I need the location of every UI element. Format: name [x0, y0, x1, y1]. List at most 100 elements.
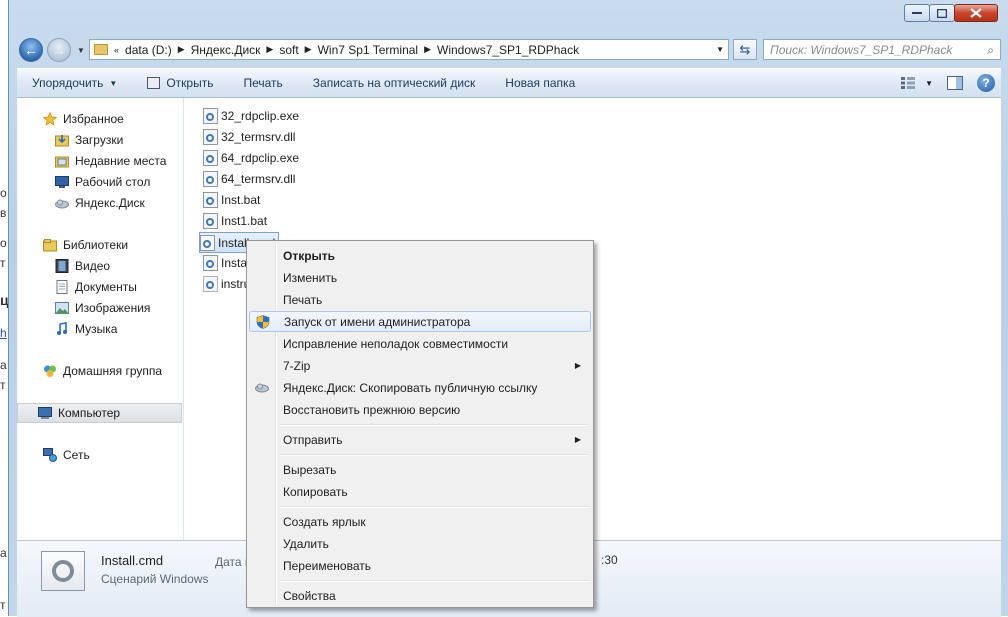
close-button[interactable] — [954, 4, 998, 22]
script-file-large-icon — [41, 551, 85, 591]
back-button[interactable]: ← — [19, 38, 43, 62]
uac-shield-icon — [256, 315, 270, 329]
menu-copy-label: Копировать — [283, 484, 348, 499]
nav-libraries-label: Библиотеки — [63, 238, 129, 252]
video-icon — [55, 259, 69, 273]
maximize-button[interactable] — [929, 4, 955, 22]
menu-create-shortcut-label: Создать ярлык — [283, 514, 366, 529]
menu-create-shortcut[interactable]: Создать ярлык — [249, 511, 591, 532]
minimize-icon — [912, 12, 922, 14]
burn-button[interactable]: Записать на оптический диск — [298, 76, 491, 90]
open-button[interactable]: Открыть — [132, 76, 228, 90]
burn-label: Записать на оптический диск — [312, 76, 476, 90]
nav-downloads[interactable]: Загрузки — [55, 130, 123, 150]
menu-troubleshoot[interactable]: Исправление неполадок совместимости — [249, 333, 591, 354]
search-placeholder: Поиск: Windows7_SP1_RDPhack — [770, 42, 953, 57]
breadcrumb-current-folder[interactable]: Windows7_SP1_RDPhack — [433, 43, 583, 57]
nav-desktop[interactable]: Рабочий стол — [55, 172, 150, 192]
details-file-type: Сценарий Windows — [101, 572, 209, 586]
dll-file-icon — [203, 170, 218, 187]
network-icon — [43, 448, 57, 462]
batch-file-icon — [203, 191, 218, 208]
view-controls: ▼ ? — [901, 74, 995, 92]
view-dropdown-icon[interactable]: ▼ — [925, 79, 933, 88]
nav-favorites[interactable]: Избранное — [43, 109, 124, 129]
menu-yandex-copy-link[interactable]: Яндекс.Диск: Скопировать публичную ссылк… — [249, 377, 591, 398]
menu-cut-label: Вырезать — [283, 462, 337, 477]
nav-video[interactable]: Видео — [55, 256, 110, 276]
nav-documents[interactable]: Документы — [55, 277, 137, 297]
computer-icon — [38, 407, 52, 419]
address-overflow[interactable]: « — [112, 45, 121, 55]
menu-open[interactable]: Открыть — [249, 245, 591, 266]
menu-delete[interactable]: Удалить — [249, 533, 591, 554]
breadcrumb-separator-icon[interactable]: ▶ — [176, 44, 187, 55]
executable-file-icon — [203, 149, 218, 166]
menu-restore-label: Восстановить прежнюю версию — [283, 402, 461, 417]
minimize-button[interactable] — [904, 4, 930, 22]
menu-7zip[interactable]: 7-Zip ▶ — [249, 355, 591, 376]
breadcrumb-separator-icon[interactable]: ▶ — [303, 44, 314, 55]
menu-send-to[interactable]: Отправить ▶ — [249, 429, 591, 450]
address-dropdown-icon[interactable]: ▼ — [716, 45, 724, 54]
file-name: Inst1.bat — [221, 213, 268, 228]
file-name: Inst.bat — [221, 192, 261, 207]
file-name: 64_termsrv.dll — [221, 171, 296, 186]
nav-libraries[interactable]: Библиотеки — [43, 235, 128, 255]
forward-button[interactable]: → — [47, 38, 71, 62]
breadcrumb-yandex-disk[interactable]: Яндекс.Диск — [187, 43, 265, 57]
file-item[interactable]: Inst.bat — [203, 190, 260, 209]
help-button[interactable]: ? — [977, 74, 995, 92]
script-file-icon — [203, 254, 218, 271]
breadcrumb-soft[interactable]: soft — [275, 43, 302, 57]
menu-yandex-copy-label: Яндекс.Диск: Скопировать публичную ссылк… — [283, 380, 538, 395]
context-menu: Открыть Изменить Печать Запуск от имени … — [246, 240, 594, 608]
nav-network[interactable]: Сеть — [43, 445, 90, 465]
menu-rename[interactable]: Переименовать — [249, 555, 591, 576]
organize-button[interactable]: Упорядочить ▼ — [17, 76, 132, 90]
search-icon[interactable]: ⌕ — [987, 43, 994, 58]
view-options-icon[interactable] — [901, 77, 916, 89]
file-item[interactable]: 64_rdpclip.exe — [203, 148, 299, 167]
yandex-cloud-icon — [55, 199, 69, 209]
nav-recent-places[interactable]: Недавние места — [55, 151, 166, 171]
file-item[interactable]: 32_rdpclip.exe — [203, 106, 299, 125]
downloads-folder-icon — [55, 135, 69, 147]
documents-icon — [56, 280, 68, 294]
back-arrow-icon: ← — [24, 42, 38, 58]
breadcrumb-win7-sp1-terminal[interactable]: Win7 Sp1 Terminal — [314, 43, 423, 57]
history-dropdown-icon[interactable]: ▼ — [77, 46, 85, 55]
organize-label: Упорядочить — [32, 76, 104, 90]
file-item[interactable]: Inst1.bat — [203, 211, 267, 230]
preview-pane-icon[interactable] — [947, 76, 963, 90]
close-icon — [970, 8, 982, 18]
nav-homegroup[interactable]: Домашняя группа — [43, 361, 162, 381]
nav-computer[interactable]: Компьютер — [17, 403, 182, 423]
menu-send-to-label: Отправить — [283, 432, 343, 447]
menu-properties[interactable]: Свойства — [249, 585, 591, 606]
print-button[interactable]: Печать — [228, 76, 297, 90]
menu-edit[interactable]: Изменить — [249, 267, 591, 288]
breadcrumb-separator-icon[interactable]: ▶ — [264, 44, 275, 55]
menu-print[interactable]: Печать — [249, 289, 591, 310]
nav-yandex-disk[interactable]: Яндекс.Диск — [55, 193, 145, 213]
menu-run-as-admin[interactable]: Запуск от имени администратора — [249, 311, 591, 332]
refresh-button[interactable]: ⇆ — [733, 39, 757, 60]
nav-images[interactable]: Изображения — [55, 298, 150, 318]
breadcrumb-data-drive[interactable]: data (D:) — [121, 43, 176, 57]
chevron-down-icon: ▼ — [109, 78, 118, 88]
music-icon — [57, 322, 67, 335]
search-input[interactable]: Поиск: Windows7_SP1_RDPhack ⌕ — [763, 39, 1001, 60]
menu-copy[interactable]: Копировать — [249, 481, 591, 502]
nav-music[interactable]: Музыка — [55, 319, 117, 339]
file-item[interactable]: 32_termsrv.dll — [203, 127, 295, 146]
menu-troubleshoot-label: Исправление неполадок совместимости — [283, 336, 509, 351]
menu-restore-previous[interactable]: Восстановить прежнюю версию — [249, 399, 591, 420]
address-bar[interactable]: « data (D:) ▶ Яндекс.Диск ▶ soft ▶ Win7 … — [89, 39, 729, 60]
menu-rename-label: Переименовать — [283, 558, 371, 573]
menu-separator — [279, 454, 589, 456]
breadcrumb-separator-icon[interactable]: ▶ — [422, 44, 433, 55]
file-item[interactable]: 64_termsrv.dll — [203, 169, 295, 188]
new-folder-button[interactable]: Новая папка — [490, 76, 590, 90]
menu-cut[interactable]: Вырезать — [249, 459, 591, 480]
